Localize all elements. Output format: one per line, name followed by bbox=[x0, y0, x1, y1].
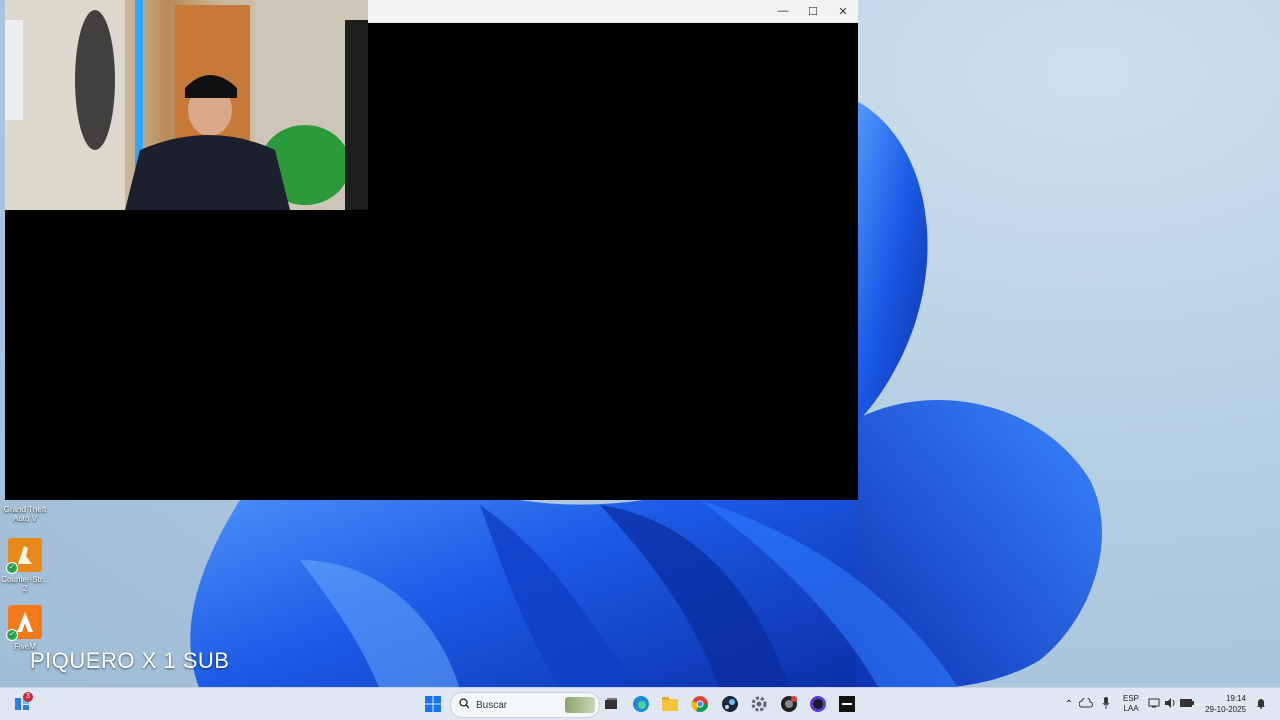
language-code: ESP bbox=[1122, 694, 1139, 703]
taskbar-steam[interactable] bbox=[720, 694, 740, 714]
system-tray: ⌃ ESP LAA 19:14 29-10-2025 bbox=[1062, 688, 1270, 720]
settings-icon bbox=[751, 696, 767, 712]
network-icon[interactable] bbox=[1146, 698, 1162, 710]
tray-overflow-chevron-icon[interactable]: ⌃ bbox=[1062, 699, 1076, 710]
keyboard-layout: LAA bbox=[1123, 704, 1139, 713]
app-window[interactable]: — ☐ ✕ bbox=[5, 0, 858, 500]
taskbar-file-explorer[interactable] bbox=[660, 694, 680, 714]
windows-start-icon bbox=[425, 696, 441, 712]
fivem-icon: ✓ bbox=[6, 605, 42, 641]
taskbar-edge[interactable] bbox=[631, 694, 651, 714]
file-explorer-icon bbox=[662, 697, 678, 711]
desktop-icon-label: Grand Theft Auto V bbox=[3, 505, 47, 523]
steam-icon bbox=[722, 696, 738, 712]
window-titlebar[interactable]: — ☐ ✕ bbox=[368, 0, 858, 23]
edge-icon bbox=[633, 696, 649, 712]
maximize-button[interactable]: ☐ bbox=[798, 0, 828, 22]
webcam-overlay bbox=[5, 0, 368, 210]
search-placeholder: Buscar bbox=[476, 699, 508, 711]
obs-icon bbox=[810, 696, 826, 712]
language-indicator[interactable]: ESP LAA bbox=[1116, 694, 1146, 714]
microphone-icon[interactable] bbox=[1096, 697, 1116, 711]
taskbar-chrome[interactable] bbox=[690, 694, 710, 714]
stream-overlay-text: PIQUERO X 1 SUB bbox=[30, 648, 230, 673]
taskbar-task-view[interactable] bbox=[601, 694, 621, 714]
start-button[interactable] bbox=[423, 694, 443, 714]
desktop-icon-label: Counter-Str... 2 bbox=[1, 575, 49, 593]
onedrive-icon[interactable] bbox=[1076, 697, 1096, 710]
search-icon bbox=[459, 698, 470, 712]
taskbar-settings[interactable] bbox=[749, 694, 769, 714]
clock[interactable]: 19:14 29-10-2025 bbox=[1200, 693, 1246, 715]
volume-icon[interactable] bbox=[1162, 698, 1178, 710]
battery-icon[interactable] bbox=[1178, 699, 1196, 709]
widgets-button[interactable]: 3 bbox=[12, 692, 33, 714]
notifications-bell-icon[interactable] bbox=[1252, 698, 1270, 711]
taskbar-obs[interactable] bbox=[808, 694, 828, 714]
clock-date: 29-10-2025 bbox=[1205, 705, 1246, 714]
desktop-icon-counter-strike[interactable]: ✓ Counter-Str... 2 bbox=[0, 538, 50, 593]
clock-time: 19:14 bbox=[1225, 694, 1246, 703]
desktop-icon-fivem[interactable]: ✓ FiveM bbox=[0, 605, 50, 651]
app-icon bbox=[781, 696, 797, 712]
taskbar-kick[interactable] bbox=[837, 694, 857, 714]
chrome-icon bbox=[691, 696, 709, 713]
minimize-button[interactable]: — bbox=[768, 0, 798, 22]
task-view-icon bbox=[605, 698, 617, 709]
taskbar: 3 Buscar ⌃ ESP LAA 19:14 29-10-2025 bbox=[0, 687, 1280, 720]
widgets-badge: 3 bbox=[23, 692, 33, 702]
taskbar-app[interactable] bbox=[779, 694, 799, 714]
search-highlight-image bbox=[565, 697, 595, 713]
counter-strike-icon: ✓ bbox=[6, 538, 42, 574]
taskbar-search[interactable]: Buscar bbox=[450, 692, 600, 718]
close-button[interactable]: ✕ bbox=[828, 0, 858, 22]
desktop-icon-gta[interactable]: Grand Theft Auto V bbox=[0, 505, 50, 523]
kick-icon bbox=[839, 696, 855, 712]
